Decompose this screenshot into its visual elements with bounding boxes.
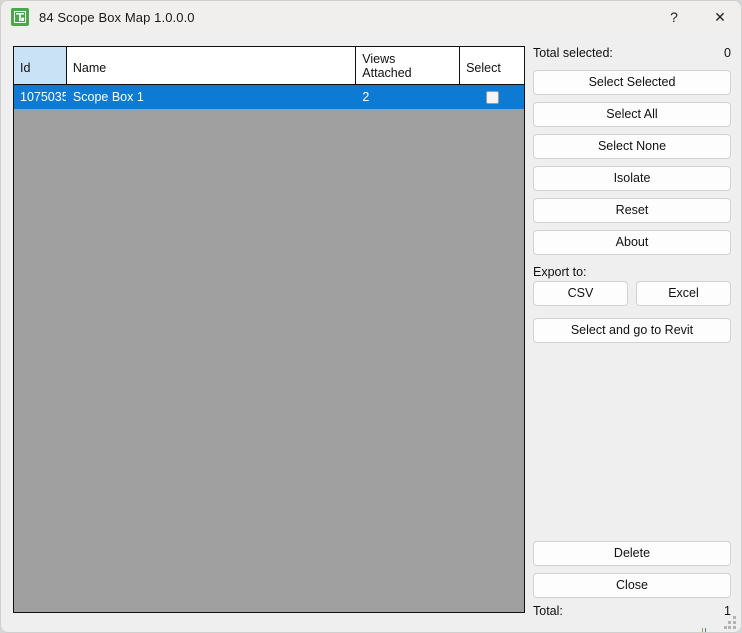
grid-body: 1075035 Scope Box 1 2 [14,85,524,612]
close-icon[interactable]: ✕ [697,1,741,33]
window-controls: ? ✕ [651,1,741,33]
export-excel-button[interactable]: Excel [636,281,731,306]
total-selected-label: Total selected: [533,46,613,60]
reset-button[interactable]: Reset [533,198,731,223]
select-all-button[interactable]: Select All [533,102,731,127]
export-button-group: CSV Excel [533,281,731,306]
total-selected-value: 0 [724,46,731,60]
window-title: 84 Scope Box Map 1.0.0.0 [39,9,195,25]
help-icon[interactable]: ? [651,1,697,33]
column-header-name[interactable]: Name [66,47,357,84]
app-window: 84 Scope Box Map 1.0.0.0 ? ✕ Id Name Vie… [0,0,742,633]
cell-select[interactable] [460,85,524,109]
cell-name: Scope Box 1 [67,85,357,109]
column-header-select[interactable]: Select [460,47,524,84]
total-label: Total: [533,604,563,618]
delete-button[interactable]: Delete [533,541,731,566]
close-panel-button[interactable]: Close [533,573,731,598]
side-panel: Total selected: 0 Select Selected Select… [533,46,731,621]
isolate-button[interactable]: Isolate [533,166,731,191]
grid-header-row: Id Name Views Attached Select [14,47,524,85]
side-panel-bottom-group: Delete Close Total: 1 [533,534,731,621]
export-csv-button[interactable]: CSV [533,281,628,306]
app-green-t-icon [11,8,29,26]
select-and-go-to-revit-button[interactable]: Select and go to Revit [533,318,731,343]
scope-box-grid[interactable]: Id Name Views Attached Select 1075035 Sc… [13,46,525,613]
row-select-checkbox[interactable] [485,90,499,104]
total-row: Total: 1 [533,604,731,621]
resize-grip[interactable] [724,616,737,629]
export-to-label: Export to: [533,265,587,279]
column-header-views-line1: Views [362,52,396,66]
edge-tick-blue [705,628,706,632]
about-button[interactable]: About [533,230,731,255]
column-header-views-line2: Attached [362,66,412,80]
cell-id: 1075035 [14,85,67,109]
column-header-id[interactable]: Id [14,47,67,84]
cell-views-attached: 2 [356,85,461,109]
select-none-button[interactable]: Select None [533,134,731,159]
title-bar[interactable]: 84 Scope Box Map 1.0.0.0 ? ✕ [1,1,741,33]
table-row[interactable]: 1075035 Scope Box 1 2 [14,85,524,109]
column-header-views-attached[interactable]: Views Attached [356,47,461,84]
total-selected-row: Total selected: 0 [533,46,731,63]
edge-tick-amber [702,628,703,632]
select-selected-button[interactable]: Select Selected [533,70,731,95]
